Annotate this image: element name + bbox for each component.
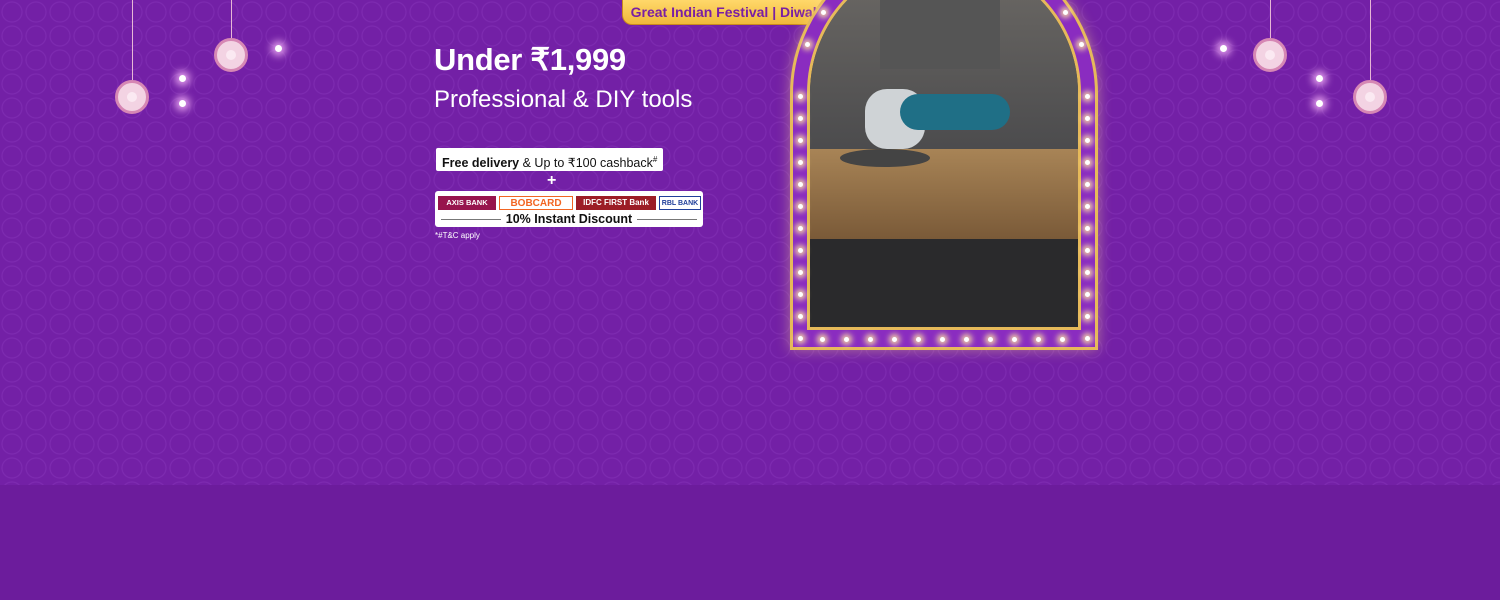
subheadline: Professional & DIY tools: [434, 86, 693, 113]
pegboard: [880, 0, 1000, 69]
diya-lantern-icon: [1353, 0, 1387, 135]
string-light-icon: [1316, 75, 1323, 82]
string-light-icon: [179, 75, 186, 82]
delivery-offer-sup: #: [652, 155, 658, 164]
bobcard-logo: BOBCARD: [499, 196, 573, 210]
string-light-icon: [1316, 100, 1323, 107]
promo-banner[interactable]: Great Indian Festival | Diwali Special U…: [0, 0, 1500, 600]
delivery-offer-bold: Free delivery: [442, 156, 520, 171]
bank-offer-box: AXIS BANK BOBCARD IDFC FIRST Bank RBL BA…: [435, 191, 703, 227]
headline-price: Under ₹1,999: [434, 42, 626, 77]
background-lower: [0, 485, 1500, 600]
plus-sign: +: [547, 172, 557, 189]
workbench-shadow: [810, 239, 1078, 327]
instant-discount-label: 10% Instant Discount: [435, 212, 703, 226]
terms-note: *#T&C apply: [435, 231, 480, 240]
delivery-offer-badge: Free delivery & Up to ₹100 cashback#: [436, 148, 664, 171]
axis-bank-logo: AXIS BANK: [438, 196, 496, 210]
rbl-bank-logo: RBL BANK: [659, 196, 701, 210]
string-light-icon: [275, 45, 282, 52]
diya-lantern-icon: [1253, 0, 1287, 92]
grinder-disc: [840, 149, 930, 167]
idfc-first-bank-logo: IDFC FIRST Bank: [576, 196, 656, 210]
string-light-icon: [1220, 45, 1227, 52]
diya-lantern-icon: [115, 0, 149, 135]
diya-lantern-icon: [214, 0, 248, 92]
string-light-icon: [179, 100, 186, 107]
grinder-body: [900, 94, 1010, 130]
delivery-offer-text: & Up to ₹100 cashback: [519, 156, 653, 171]
angle-grinder-photo[interactable]: [807, 0, 1081, 330]
